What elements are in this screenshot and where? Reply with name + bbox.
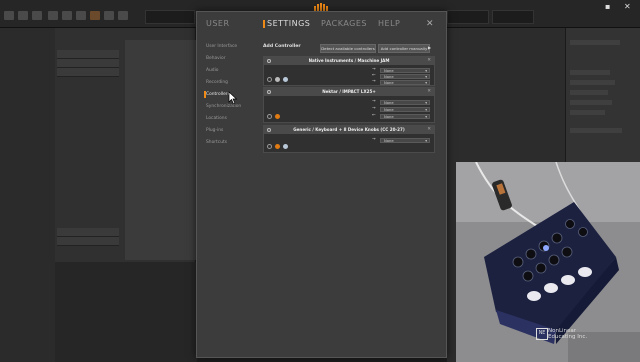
nav-item-user-interface[interactable]: User Interface xyxy=(206,44,237,49)
chevron-down-icon: ▾ xyxy=(425,108,427,112)
mouse-cursor-icon xyxy=(228,91,238,105)
detect-controllers-button[interactable]: Detect available controllers xyxy=(320,44,376,53)
toolbar-button[interactable] xyxy=(32,11,42,20)
remove-controller-icon[interactable]: ✕ xyxy=(427,127,431,132)
toolbar-button[interactable] xyxy=(48,11,58,20)
inspector-row[interactable] xyxy=(570,128,622,133)
nav-item-locations[interactable]: Locations xyxy=(206,116,227,121)
midi-in-icon: → xyxy=(372,67,376,72)
nav-item-audio[interactable]: Audio xyxy=(206,68,218,73)
midi-port-select[interactable]: None ▾ xyxy=(380,138,430,143)
watermark-logo: NE xyxy=(536,328,548,340)
inspector-row[interactable] xyxy=(570,70,610,75)
remove-controller-icon[interactable]: ✕ xyxy=(427,58,431,63)
help-icon[interactable] xyxy=(275,144,280,149)
add-controller-title: Add Controller xyxy=(263,44,301,49)
toolbar-button[interactable] xyxy=(4,11,14,20)
browser-panel xyxy=(0,28,55,362)
midi-out-icon: ← xyxy=(372,113,376,118)
midi-in-icon: → xyxy=(372,99,376,104)
inspector-row[interactable] xyxy=(570,90,608,95)
nav-item-recording[interactable]: Recording xyxy=(206,80,228,85)
info-icon[interactable] xyxy=(283,77,288,82)
close-icon[interactable]: ✕ xyxy=(426,19,434,29)
watermark-text: NonLinear Educating Inc. xyxy=(548,328,587,340)
inspector-row[interactable] xyxy=(570,80,615,85)
midi-port-select[interactable]: None ▾ xyxy=(380,107,430,112)
track-header[interactable] xyxy=(57,59,119,68)
nav-item-behavior[interactable]: Behavior xyxy=(206,56,226,61)
nav-item-controllers[interactable]: Controllers xyxy=(206,92,230,97)
tab-user[interactable]: USER xyxy=(206,19,230,28)
toolbar-field[interactable] xyxy=(145,10,195,24)
toolbar-button[interactable] xyxy=(76,11,86,20)
midi-port-select[interactable]: None ▾ xyxy=(380,100,430,105)
midi-port-select[interactable]: None ▾ xyxy=(380,74,430,79)
track-header[interactable] xyxy=(57,68,119,77)
active-tab-marker xyxy=(263,20,265,28)
controller-name: Native Instruments / Maschine JAM xyxy=(308,58,390,63)
track-header[interactable] xyxy=(57,50,119,59)
settings-icon[interactable] xyxy=(267,77,272,82)
minimize-icon[interactable]: ▪ xyxy=(605,2,610,11)
tab-packages[interactable]: PACKAGES xyxy=(321,19,367,28)
app-logo-icon xyxy=(314,3,328,11)
toolbar-button[interactable] xyxy=(90,11,100,20)
toolbar-button[interactable] xyxy=(104,11,114,20)
toolbar-button[interactable] xyxy=(18,11,28,20)
add-controller-manually-button[interactable]: Add controller manually xyxy=(378,44,430,53)
inspector-row[interactable] xyxy=(570,110,605,115)
controller-name: Nektar / IMPACT LX25+ xyxy=(322,89,376,94)
chevron-down-icon: ▾ xyxy=(425,139,427,143)
midi-port-select[interactable]: None ▾ xyxy=(380,68,430,73)
nav-item-plug-ins[interactable]: Plug-ins xyxy=(206,128,223,133)
toolbar-button[interactable] xyxy=(118,11,128,20)
nav-item-shortcuts[interactable]: Shortcuts xyxy=(206,140,227,145)
tab-help[interactable]: HELP xyxy=(378,19,400,28)
info-icon[interactable] xyxy=(283,144,288,149)
chevron-down-icon: ▾ xyxy=(425,81,427,85)
midi-in-icon: → xyxy=(372,79,376,84)
toolbar-field[interactable] xyxy=(492,10,534,24)
controller-name: Generic / Keyboard + 8 Device Knobs (CC … xyxy=(293,127,405,132)
window-close-icon[interactable]: ✕ xyxy=(624,2,631,11)
tab-settings[interactable]: SETTINGS xyxy=(267,19,310,28)
toolbar-field[interactable] xyxy=(447,10,489,24)
midi-in-icon: → xyxy=(372,106,376,111)
controller-card: Native Instruments / Maschine JAM ✕ → No… xyxy=(263,56,435,86)
inspector-panel xyxy=(565,28,640,163)
midi-port-select[interactable]: None ▾ xyxy=(380,80,430,85)
track-header[interactable] xyxy=(57,228,119,237)
arranger-area[interactable] xyxy=(125,40,197,260)
toolbar-button[interactable] xyxy=(62,11,72,20)
midi-port-select[interactable]: None ▾ xyxy=(380,114,430,119)
inspector-row[interactable] xyxy=(570,40,620,45)
watermark-line-2: Educating Inc. xyxy=(548,334,588,340)
detail-panel xyxy=(55,262,197,362)
settings-icon[interactable] xyxy=(267,144,272,149)
controller-card: Nektar / IMPACT LX25+ ✕ → None ▾ → None ▾ … xyxy=(263,87,435,123)
help-icon[interactable] xyxy=(275,114,280,119)
settings-icon[interactable] xyxy=(267,114,272,119)
remove-controller-icon[interactable]: ✕ xyxy=(427,89,431,94)
midi-in-icon: → xyxy=(372,137,376,142)
add-manually-arrow-icon: ▶ xyxy=(428,45,432,50)
track-header[interactable] xyxy=(57,237,119,246)
chevron-down-icon: ▾ xyxy=(425,101,427,105)
chevron-down-icon: ▾ xyxy=(425,115,427,119)
inspector-row[interactable] xyxy=(570,100,612,105)
controller-card: Generic / Keyboard + 8 Device Knobs (CC … xyxy=(263,125,435,153)
midi-out-icon: ← xyxy=(372,73,376,78)
help-icon[interactable] xyxy=(275,77,280,82)
